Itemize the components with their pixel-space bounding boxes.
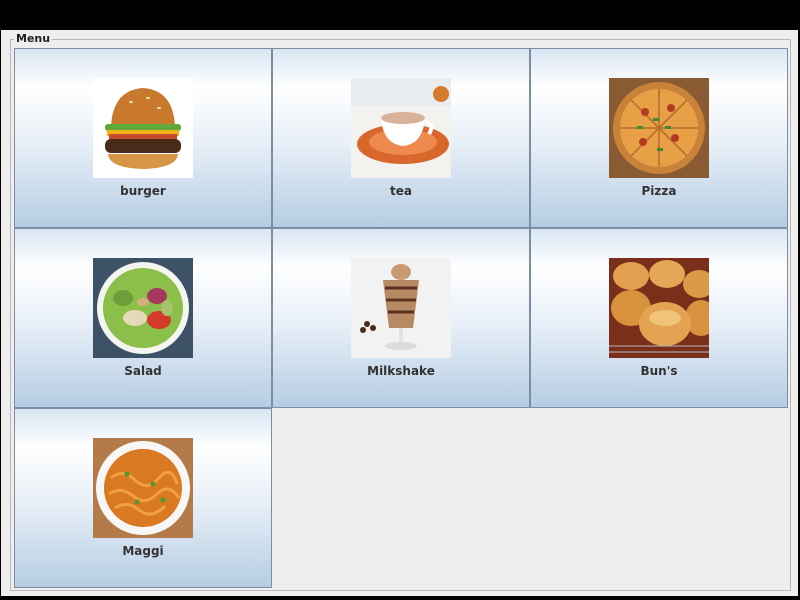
menu-item-label: burger [120,184,166,198]
menu-window: Menu burger tea Pizza Salad Milkshake Bu… [1,30,798,596]
menu-item-label: Maggi [122,544,164,558]
menu-item-maggi[interactable]: Maggi [14,408,272,588]
menu-item-tea[interactable]: tea [272,48,530,228]
buns-image [609,258,709,358]
menu-item-label: Salad [124,364,162,378]
burger-image [93,78,193,178]
menu-item-label: Pizza [641,184,677,198]
pizza-image [609,78,709,178]
milkshake-image [351,258,451,358]
maggi-image [93,438,193,538]
tea-image [351,78,451,178]
menu-item-pizza[interactable]: Pizza [530,48,788,228]
salad-image [93,258,193,358]
menu-item-label: Bun's [640,364,678,378]
menu-item-milkshake[interactable]: Milkshake [272,228,530,408]
menu-item-label: Milkshake [367,364,435,378]
menu-group-title: Menu [14,32,53,46]
menu-grid: burger tea Pizza Salad Milkshake Bun's M… [14,48,788,588]
menu-item-buns[interactable]: Bun's [530,228,788,408]
menu-item-burger[interactable]: burger [14,48,272,228]
menu-item-label: tea [390,184,412,198]
menu-item-salad[interactable]: Salad [14,228,272,408]
